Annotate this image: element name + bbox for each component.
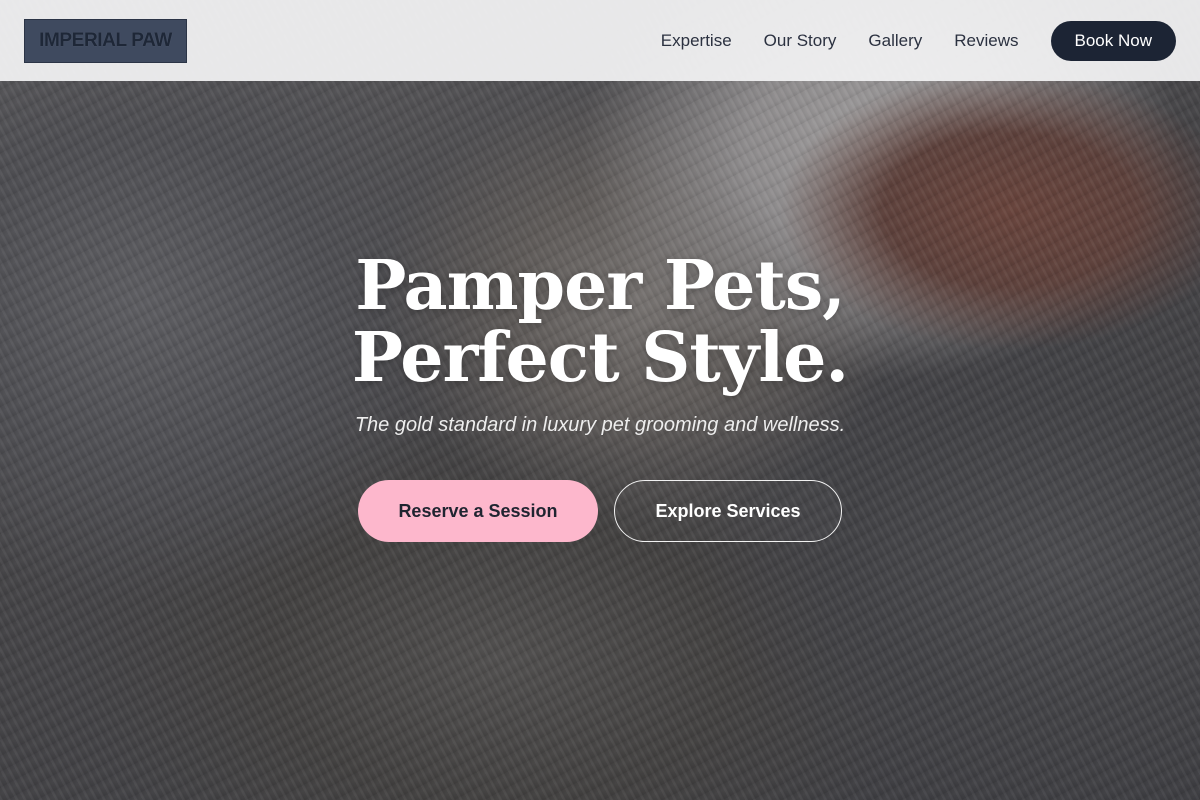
book-now-button[interactable]: Book Now <box>1050 20 1176 61</box>
reserve-session-button[interactable]: Reserve a Session <box>358 480 598 542</box>
explore-services-button[interactable]: Explore Services <box>614 480 842 542</box>
main-nav: Expertise Our Story Gallery Reviews Book… <box>661 20 1176 61</box>
nav-link-gallery[interactable]: Gallery <box>868 31 922 51</box>
page: IMPERIAL PAW Expertise Our Story Gallery… <box>0 0 1200 800</box>
logo[interactable]: IMPERIAL PAW <box>24 18 187 63</box>
hero-title: Pamper Pets, Perfect Style. <box>351 246 849 398</box>
hero-title-line-1: Pamper Pets, <box>355 246 846 326</box>
nav-link-expertise[interactable]: Expertise <box>661 31 732 51</box>
hero-subtitle: The gold standard in luxury pet grooming… <box>354 414 846 436</box>
hero-cta-row: Reserve a Session Explore Services <box>358 480 842 542</box>
site-header: IMPERIAL PAW Expertise Our Story Gallery… <box>0 0 1200 81</box>
nav-link-our-story[interactable]: Our Story <box>764 31 837 51</box>
hero-section: Pamper Pets, Perfect Style. The gold sta… <box>0 250 1200 542</box>
hero-title-line-2: Perfect Style. <box>351 318 849 398</box>
nav-link-reviews[interactable]: Reviews <box>954 31 1018 51</box>
